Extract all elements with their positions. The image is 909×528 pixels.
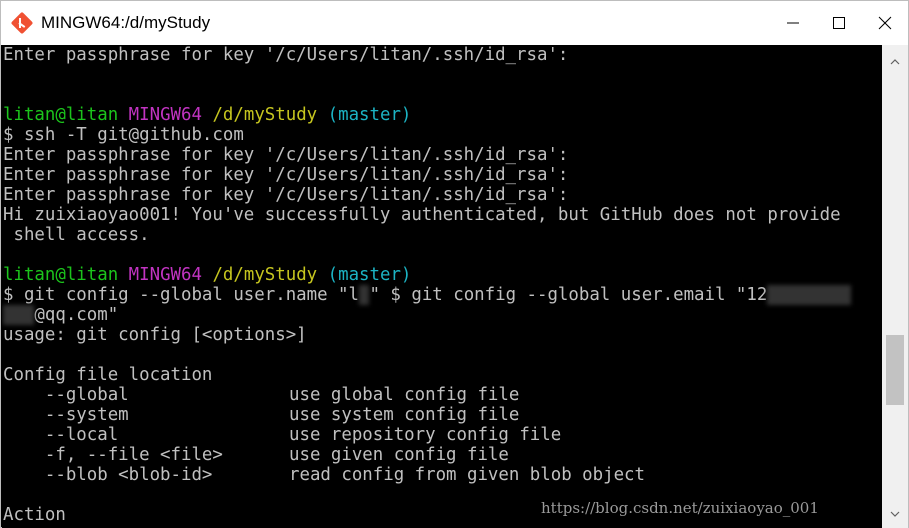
option-desc: use given config file <box>289 445 509 465</box>
scrollbar-thumb[interactable] <box>886 335 904 405</box>
title-bar[interactable]: MINGW64:/d/myStudy <box>1 1 908 45</box>
command-text: @qq.com" <box>34 305 119 325</box>
prompt-user-host: litan@litan <box>3 105 119 125</box>
command-line: $ ssh -T git@github.com <box>3 125 244 145</box>
scroll-down-button[interactable] <box>882 501 908 527</box>
maximize-button[interactable] <box>816 1 862 45</box>
terminal-line: Enter passphrase for key '/c/Users/litan… <box>3 145 569 165</box>
section-heading: Config file location <box>3 365 213 385</box>
window-controls <box>770 1 908 45</box>
window-title: MINGW64:/d/myStudy <box>41 13 211 32</box>
prompt-env: MINGW64 <box>128 105 202 125</box>
minimize-icon <box>787 22 799 24</box>
watermark-text: https://blog.csdn.net/zuixiaoyao_001 <box>541 499 819 517</box>
terminal-line: shell access. <box>3 225 150 245</box>
option-desc: use system config file <box>289 405 520 425</box>
command-text: $ git config --global user.name "l <box>3 285 359 305</box>
prompt-branch: (master) <box>327 105 412 125</box>
terminal-line: Enter passphrase for key '/c/Users/litan… <box>3 165 569 185</box>
option-flag: --blob <blob-id> <box>3 465 213 485</box>
terminal-output[interactable]: Enter passphrase for key '/c/Users/litan… <box>2 45 882 528</box>
prompt-line: litan@litan MINGW64 /d/myStudy (master) <box>3 105 882 125</box>
scroll-up-button[interactable] <box>882 49 908 75</box>
option-row: -f, --file <file> use given config file <box>3 445 882 465</box>
redacted-text: y <box>358 285 370 305</box>
prompt-env: MINGW64 <box>128 265 202 285</box>
terminal-line: Enter passphrase for key '/c/Users/litan… <box>3 185 569 205</box>
option-desc: use repository config file <box>289 425 562 445</box>
terminal-line: Enter passphrase for key '/c/Users/litan… <box>3 45 569 65</box>
option-row: --local use repository config file <box>3 425 882 445</box>
redacted-text: XXX <box>3 305 35 325</box>
terminal-line: Hi zuixiaoyao001! You've successfully au… <box>3 205 841 225</box>
option-flag: --local <box>3 425 119 445</box>
option-row: --blob <blob-id> read config from given b… <box>3 465 882 485</box>
option-flag: --global <box>3 385 129 405</box>
prompt-branch: (master) <box>327 265 412 285</box>
option-flag: -f, --file <file> <box>3 445 223 465</box>
scroll-up-icon <box>890 59 900 65</box>
option-desc: use global config file <box>289 385 520 405</box>
prompt-path: /d/myStudy <box>212 105 318 125</box>
git-bash-icon <box>10 11 34 35</box>
maximize-icon <box>833 17 845 29</box>
prompt-line: litan@litan MINGW64 /d/myStudy (master) <box>3 265 882 285</box>
option-desc: read config from given blob object <box>289 465 645 485</box>
redacted-text: XXXXXXXX <box>767 285 852 305</box>
terminal-line: usage: git config [<options>] <box>3 325 307 345</box>
vertical-scrollbar[interactable] <box>882 45 908 528</box>
command-line: $ git config --global user.name "ly" $ g… <box>3 285 882 305</box>
command-text: " $ git config --global user.email "12 <box>369 285 768 305</box>
close-button[interactable] <box>862 1 908 45</box>
option-row: --system use system config file <box>3 405 882 425</box>
minimize-button[interactable] <box>770 1 816 45</box>
command-line: XXX@qq.com" <box>3 305 882 325</box>
terminal-window: MINGW64:/d/myStudy Enter passphrase for … <box>0 0 909 528</box>
prompt-path: /d/myStudy <box>212 265 318 285</box>
scroll-down-icon <box>890 511 900 517</box>
option-row: --global use global config file <box>3 385 882 405</box>
option-flag: --system <box>3 405 129 425</box>
close-icon <box>878 16 892 30</box>
prompt-user-host: litan@litan <box>3 265 119 285</box>
